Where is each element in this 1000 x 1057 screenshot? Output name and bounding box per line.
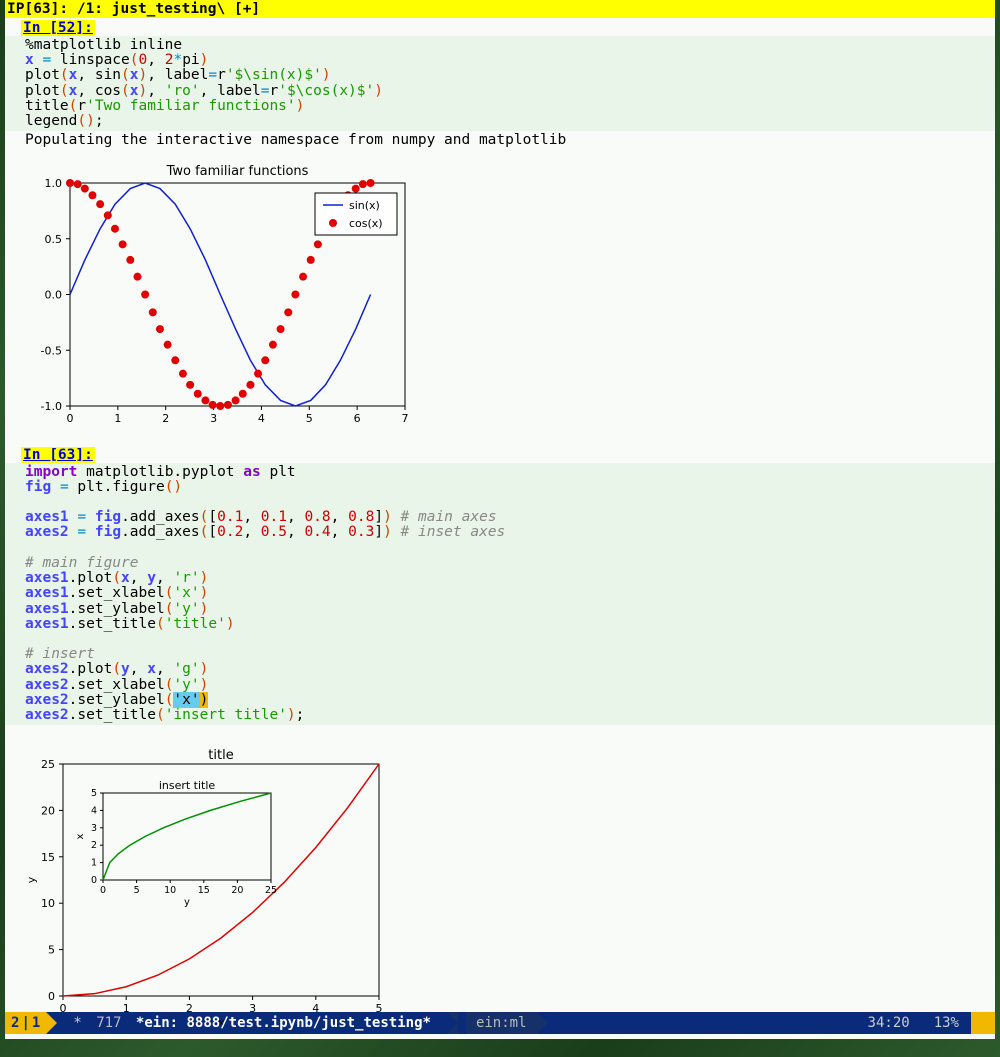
svg-text:15: 15 [41,851,55,864]
cell-63-code[interactable]: import matplotlib.pyplot as plt fig = pl… [5,463,995,726]
cell-prompt-52[interactable]: In [52]: [21,20,95,36]
svg-text:10: 10 [41,897,55,910]
svg-text:y: y [184,897,190,908]
cell-52-code[interactable]: %matplotlib inline x = linspace(0, 2*pi)… [5,36,995,131]
svg-text:1.0: 1.0 [45,177,63,190]
modified-star: * [73,1015,81,1031]
svg-text:5: 5 [91,788,97,799]
svg-text:2: 2 [186,1002,193,1015]
svg-text:20: 20 [41,805,55,818]
notebook-content[interactable]: In [52]: %matplotlib inline x = linspace… [5,18,995,1039]
svg-text:25: 25 [265,885,277,896]
svg-text:1: 1 [123,1002,130,1015]
window-titlebar: IP[63]: /1: just_testing\ [+] [5,0,995,18]
buffer-name: *ein: 8888/test.ipynb/just_testing* [136,1015,431,1031]
svg-text:20: 20 [231,885,243,896]
svg-text:0: 0 [91,875,97,886]
powerline-arrow-icon [447,1012,458,1034]
svg-text:0.5: 0.5 [45,232,63,245]
powerline-arrow-icon [537,1012,548,1034]
svg-text:25: 25 [41,758,55,771]
cursor-position: 34:20 [856,1015,922,1031]
svg-text:3: 3 [91,823,97,834]
svg-text:4: 4 [91,806,97,817]
svg-text:Two familiar functions: Two familiar functions [166,164,309,179]
svg-text:sin(x): sin(x) [349,199,380,212]
svg-text:5: 5 [48,944,55,957]
cell-52-output: Populating the interactive namespace fro… [5,131,995,150]
modeline-left-segment: 2 | 1 [5,1012,46,1034]
svg-text:0: 0 [67,412,74,425]
chart-title-with-inset: 0123450510152025titlexy0510152025012345i… [5,725,995,1039]
svg-text:2: 2 [162,412,169,425]
modeline-mode: ein:ml [466,1012,537,1034]
svg-text:1: 1 [114,412,121,425]
svg-text:x: x [75,834,86,840]
svg-text:4: 4 [312,1002,319,1015]
chart-two-familiar-functions: 0 1 2 3 4 5 6 7 -1.0 -0.5 0.0 0.5 1.0 Two familiar fu… [5,151,995,445]
editor-window: IP[63]: /1: just_testing\ [+] In [52]: %… [5,0,995,1012]
emacs-modeline: 2 | 1 * 717 *ein: 8888/test.ipynb/just_t… [5,1012,995,1034]
svg-text:cos(x): cos(x) [349,217,383,230]
svg-text:1: 1 [91,858,97,869]
svg-text:5: 5 [376,1002,383,1015]
svg-text:4: 4 [258,412,265,425]
svg-text:0: 0 [100,885,106,896]
svg-text:15: 15 [198,885,210,896]
powerline-arrow-icon [46,1012,57,1034]
scroll-percent: 13% [922,1015,971,1031]
svg-text:6: 6 [354,412,361,425]
svg-text:2: 2 [91,840,97,851]
svg-text:y: y [25,877,38,884]
svg-text:-1.0: -1.0 [41,400,62,413]
svg-text:7: 7 [402,412,409,425]
svg-text:3: 3 [210,412,217,425]
svg-text:5: 5 [134,885,140,896]
svg-text:3: 3 [249,1002,256,1015]
svg-text:-0.5: -0.5 [41,344,62,357]
svg-text:title: title [208,748,233,763]
modeline-end-cap [971,1012,995,1034]
svg-text:0: 0 [60,1002,67,1015]
modeline-body: * 717 *ein: 8888/test.ipynb/just_testing… [57,1015,447,1031]
line-count: 717 [96,1015,121,1031]
modeline-buffer-num: 1 [32,1015,40,1031]
svg-text:insert title: insert title [159,779,216,792]
svg-text:0.0: 0.0 [45,288,63,301]
svg-text:10: 10 [164,885,176,896]
modeline-window-num: 2 [11,1015,19,1031]
svg-text:5: 5 [306,412,313,425]
cell-prompt-63[interactable]: In [63]: [21,447,95,463]
svg-text:0: 0 [48,990,55,1003]
